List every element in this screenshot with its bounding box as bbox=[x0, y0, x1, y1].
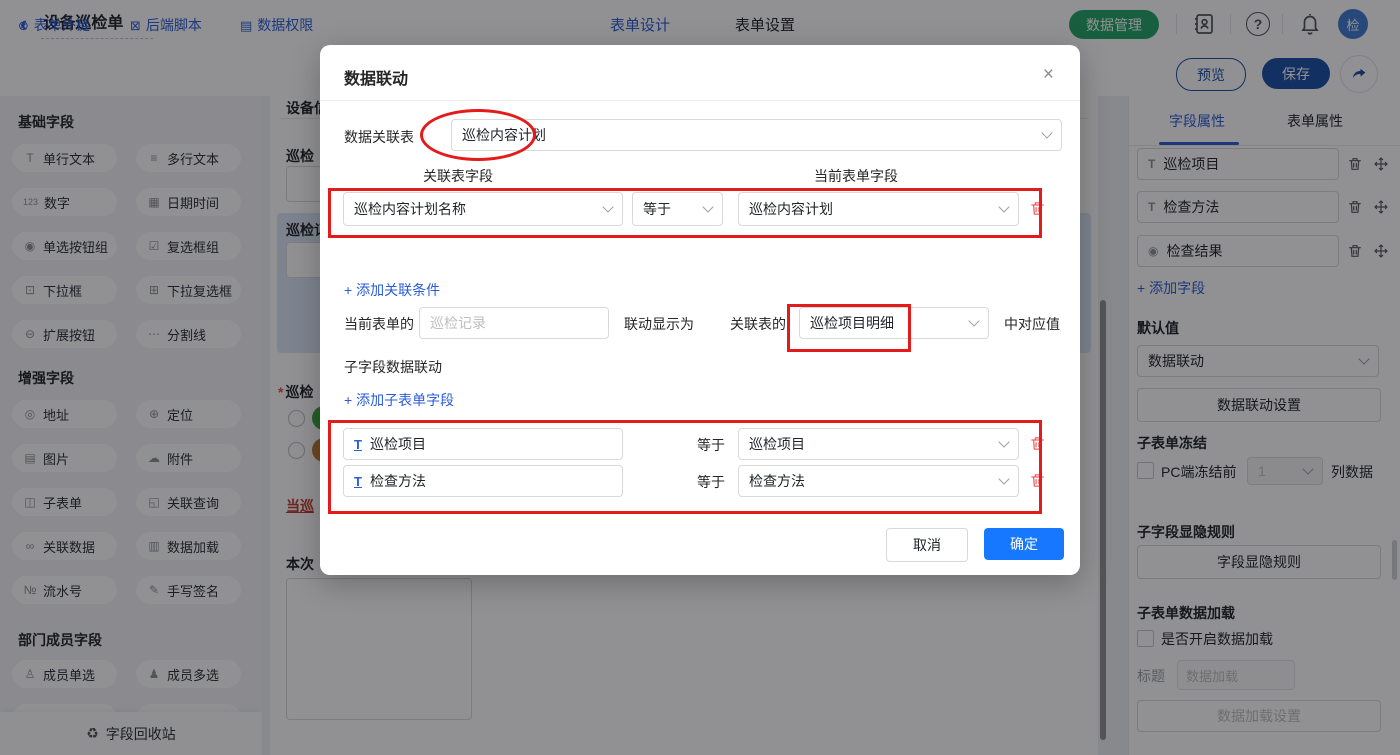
text-field-icon: T bbox=[354, 474, 362, 489]
subfield-target-select[interactable]: 巡检项目 bbox=[738, 428, 1019, 460]
chevron-down-icon bbox=[998, 436, 1009, 447]
chevron-down-icon bbox=[602, 201, 613, 212]
subfield-operator-label: 等于 bbox=[697, 472, 725, 492]
delete-condition-icon[interactable] bbox=[1029, 200, 1046, 217]
chevron-down-icon bbox=[998, 473, 1009, 484]
text-field-icon: T bbox=[354, 437, 362, 452]
display-middle-label: 联动显示为 bbox=[624, 314, 694, 334]
chevron-down-icon bbox=[1041, 127, 1052, 138]
display-suffix-label: 中对应值 bbox=[1004, 314, 1060, 334]
condition-field-select[interactable]: 巡检内容计划名称 bbox=[343, 192, 623, 226]
related-field-select[interactable]: 巡检项目明细 bbox=[799, 307, 989, 339]
column-header-current-form-field: 当前表单字段 bbox=[814, 166, 898, 186]
related-table-label: 关联表的 bbox=[730, 314, 786, 334]
confirm-button[interactable]: 确定 bbox=[984, 528, 1064, 560]
close-icon[interactable]: × bbox=[1043, 65, 1054, 84]
delete-subfield-icon[interactable] bbox=[1029, 435, 1046, 452]
data-linkage-modal: 数据联动 × 数据关联表 巡检内容计划 关联表字段 当前表单字段 巡检内容计划名… bbox=[320, 45, 1080, 575]
subfield-linkage-title: 子字段数据联动 bbox=[344, 357, 442, 377]
relation-table-select[interactable]: 巡检内容计划 bbox=[451, 119, 1062, 151]
condition-operator-select[interactable]: 等于 bbox=[632, 192, 723, 226]
subfield-operator-label: 等于 bbox=[697, 435, 725, 455]
display-prefix-label: 当前表单的 bbox=[344, 314, 414, 334]
cancel-button[interactable]: 取消 bbox=[886, 528, 968, 562]
modal-title: 数据联动 bbox=[344, 65, 408, 89]
app-root: ‹ 设备巡检单 表单设计 表单设置 数据管理 ? 检 ⊘表单外链 ⊠后端脚本 ▤… bbox=[0, 0, 1400, 755]
chevron-down-icon bbox=[998, 201, 1009, 212]
subfield-source-box[interactable]: T巡检项目 bbox=[343, 428, 623, 460]
relation-table-label: 数据关联表 bbox=[344, 127, 414, 147]
column-header-relation-field: 关联表字段 bbox=[423, 166, 493, 186]
add-condition-link[interactable]: + 添加关联条件 bbox=[344, 280, 440, 300]
add-subform-field-link[interactable]: + 添加子表单字段 bbox=[344, 390, 454, 410]
condition-target-select[interactable]: 巡检内容计划 bbox=[738, 192, 1019, 226]
divider bbox=[320, 100, 1080, 101]
chevron-down-icon bbox=[968, 315, 979, 326]
delete-subfield-icon[interactable] bbox=[1029, 472, 1046, 489]
subfield-target-select[interactable]: 检查方法 bbox=[738, 465, 1019, 497]
display-field-input[interactable] bbox=[419, 307, 609, 339]
chevron-down-icon bbox=[702, 201, 713, 212]
subfield-source-box[interactable]: T检查方法 bbox=[343, 465, 623, 497]
